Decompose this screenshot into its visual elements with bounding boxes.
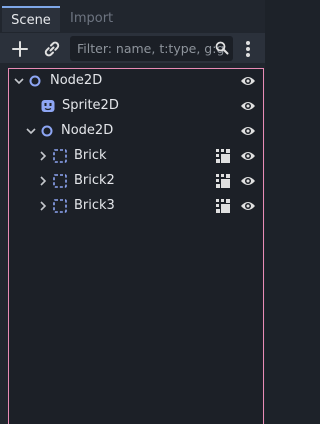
eye-icon[interactable]: [240, 124, 256, 138]
scene-dock: Scene Import Filter: name, t:type, g:g N…: [0, 0, 265, 424]
vertical-dots-icon: [246, 41, 250, 57]
link-icon: [44, 41, 60, 57]
filter-input[interactable]: Filter: name, t:type, g:g: [70, 36, 233, 61]
tab-scene[interactable]: Scene: [2, 6, 60, 32]
eye-icon[interactable]: [240, 199, 256, 213]
instance-scene-icon[interactable]: [215, 173, 231, 189]
instance-scene-icon[interactable]: [215, 198, 231, 214]
eye-icon[interactable]: [240, 99, 256, 113]
plus-icon: [12, 41, 28, 57]
scene-menu-button[interactable]: [240, 38, 256, 60]
area2d-icon: [53, 149, 67, 163]
tree-item-label: Sprite2D: [62, 98, 119, 113]
dock-tab-bar: Scene Import: [0, 3, 265, 32]
instance-scene-button[interactable]: [40, 37, 64, 61]
tree-row-node2d-root[interactable]: Node2D: [9, 69, 263, 93]
eye-icon[interactable]: [240, 74, 256, 88]
chevron-right-icon[interactable]: [37, 175, 49, 187]
area2d-icon: [53, 199, 67, 213]
tree-row-brick[interactable]: Brick: [9, 144, 263, 168]
tree-item-label: Brick2: [74, 173, 115, 188]
scene-tree: Node2D Sprite2D Node2D Brick Brick2 Bric…: [8, 68, 264, 424]
tree-row-brick3[interactable]: Brick3: [9, 194, 263, 218]
node2d-icon: [41, 125, 53, 137]
chevron-right-icon[interactable]: [37, 200, 49, 212]
eye-icon[interactable]: [240, 149, 256, 163]
tab-import[interactable]: Import: [70, 6, 113, 32]
filter-placeholder: Filter: name, t:type, g:g: [77, 41, 225, 56]
tree-item-label: Node2D: [50, 73, 103, 88]
node2d-icon: [29, 75, 41, 87]
tree-item-label: Brick: [74, 148, 107, 163]
tree-row-brick2[interactable]: Brick2: [9, 169, 263, 193]
tree-item-label: Brick3: [74, 198, 115, 213]
add-node-button[interactable]: [8, 37, 32, 61]
sprite2d-icon: [41, 100, 55, 112]
chevron-down-icon[interactable]: [13, 75, 25, 87]
eye-icon[interactable]: [240, 174, 256, 188]
area2d-icon: [53, 174, 67, 188]
tree-row-node2d-child[interactable]: Node2D: [9, 119, 263, 143]
tree-row-sprite2d[interactable]: Sprite2D: [9, 94, 263, 118]
instance-scene-icon[interactable]: [215, 148, 231, 164]
tree-item-label: Node2D: [61, 123, 114, 138]
filter-search-icon: [215, 41, 229, 55]
chevron-down-icon[interactable]: [25, 125, 37, 137]
chevron-right-icon[interactable]: [37, 150, 49, 162]
